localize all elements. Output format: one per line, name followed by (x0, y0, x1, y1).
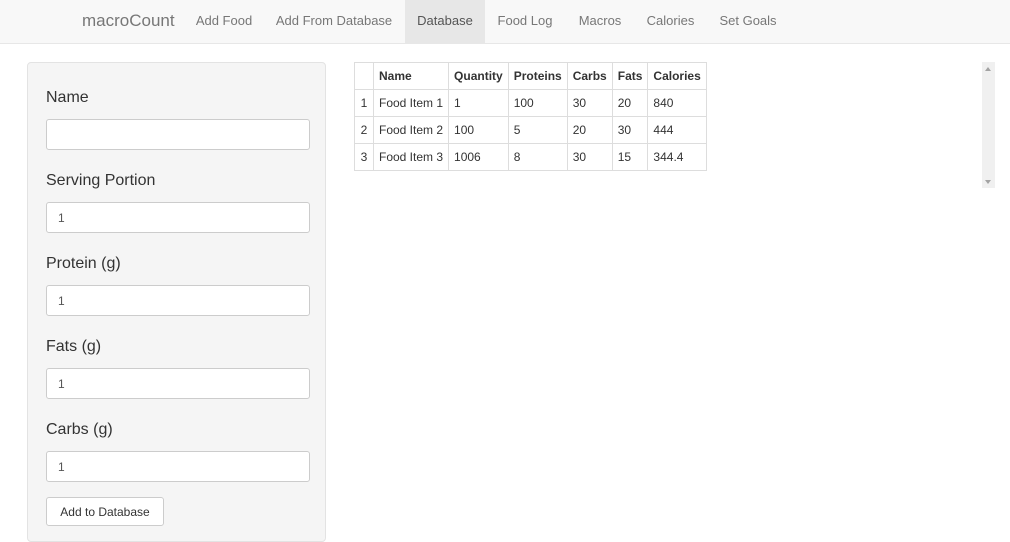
col-header-name: Name (372, 62, 450, 90)
nav-item-add-from-database[interactable]: Add From Database (267, 0, 401, 43)
nav-item-calories[interactable]: Calories (637, 0, 704, 43)
cell-quantity: 100 (448, 116, 509, 144)
scroll-up-arrow-icon[interactable] (985, 67, 991, 71)
vertical-scrollbar[interactable] (982, 62, 995, 188)
cell-proteins: 100 (507, 89, 568, 117)
add-to-database-button[interactable]: Add to Database (46, 497, 164, 526)
navbar: macroCount Add Food Add From Database Da… (0, 0, 1010, 44)
add-food-form: Name Serving Portion Protein (g) Fats (g… (27, 62, 326, 542)
nav-item-food-log[interactable]: Food Log (489, 0, 561, 43)
cell-quantity: 1 (448, 89, 509, 117)
col-header-index (354, 62, 374, 90)
row-index: 1 (354, 89, 374, 117)
cell-proteins: 5 (507, 116, 568, 144)
table-row[interactable]: 3 Food Item 3 1006 8 30 15 344.4 (354, 143, 707, 171)
cell-name: Food Item 2 (372, 116, 450, 144)
col-header-proteins: Proteins (507, 62, 568, 90)
nav-item-set-goals[interactable]: Set Goals (709, 0, 787, 43)
nav-item-macros[interactable]: Macros (566, 0, 634, 43)
brand-logo[interactable]: macroCount (82, 0, 175, 43)
col-header-carbs: Carbs (566, 62, 613, 90)
col-header-calories: Calories (647, 62, 707, 90)
fats-input[interactable] (46, 368, 310, 399)
nav-item-database[interactable]: Database (405, 0, 485, 43)
row-index: 3 (354, 143, 374, 171)
protein-input[interactable] (46, 285, 310, 316)
cell-name: Food Item 3 (372, 143, 450, 171)
fats-label: Fats (g) (46, 338, 102, 355)
name-input[interactable] (46, 119, 310, 150)
food-database-table-container: Name Quantity Proteins Carbs Fats Calori… (354, 62, 707, 171)
cell-calories: 444 (647, 116, 707, 144)
protein-label: Protein (g) (46, 255, 121, 272)
cell-fats: 20 (611, 89, 649, 117)
cell-calories: 344.4 (647, 143, 707, 171)
cell-fats: 30 (611, 116, 649, 144)
carbs-label: Carbs (g) (46, 421, 113, 438)
table-header-row: Name Quantity Proteins Carbs Fats Calori… (354, 62, 707, 90)
cell-name: Food Item 1 (372, 89, 450, 117)
nav-item-add-food[interactable]: Add Food (185, 0, 263, 43)
cell-fats: 15 (611, 143, 649, 171)
cell-proteins: 8 (507, 143, 568, 171)
food-database-table: Name Quantity Proteins Carbs Fats Calori… (354, 62, 707, 171)
col-header-fats: Fats (611, 62, 649, 90)
cell-quantity: 1006 (448, 143, 509, 171)
serving-portion-label: Serving Portion (46, 172, 156, 189)
cell-carbs: 20 (566, 116, 613, 144)
serving-portion-input[interactable] (46, 202, 310, 233)
table-row[interactable]: 2 Food Item 2 100 5 20 30 444 (354, 116, 707, 144)
scroll-down-arrow-icon[interactable] (985, 180, 991, 184)
carbs-input[interactable] (46, 451, 310, 482)
row-index: 2 (354, 116, 374, 144)
cell-carbs: 30 (566, 143, 613, 171)
table-row[interactable]: 1 Food Item 1 1 100 30 20 840 (354, 89, 707, 117)
col-header-quantity: Quantity (448, 62, 509, 90)
name-label: Name (46, 89, 89, 106)
cell-calories: 840 (647, 89, 707, 117)
cell-carbs: 30 (566, 89, 613, 117)
